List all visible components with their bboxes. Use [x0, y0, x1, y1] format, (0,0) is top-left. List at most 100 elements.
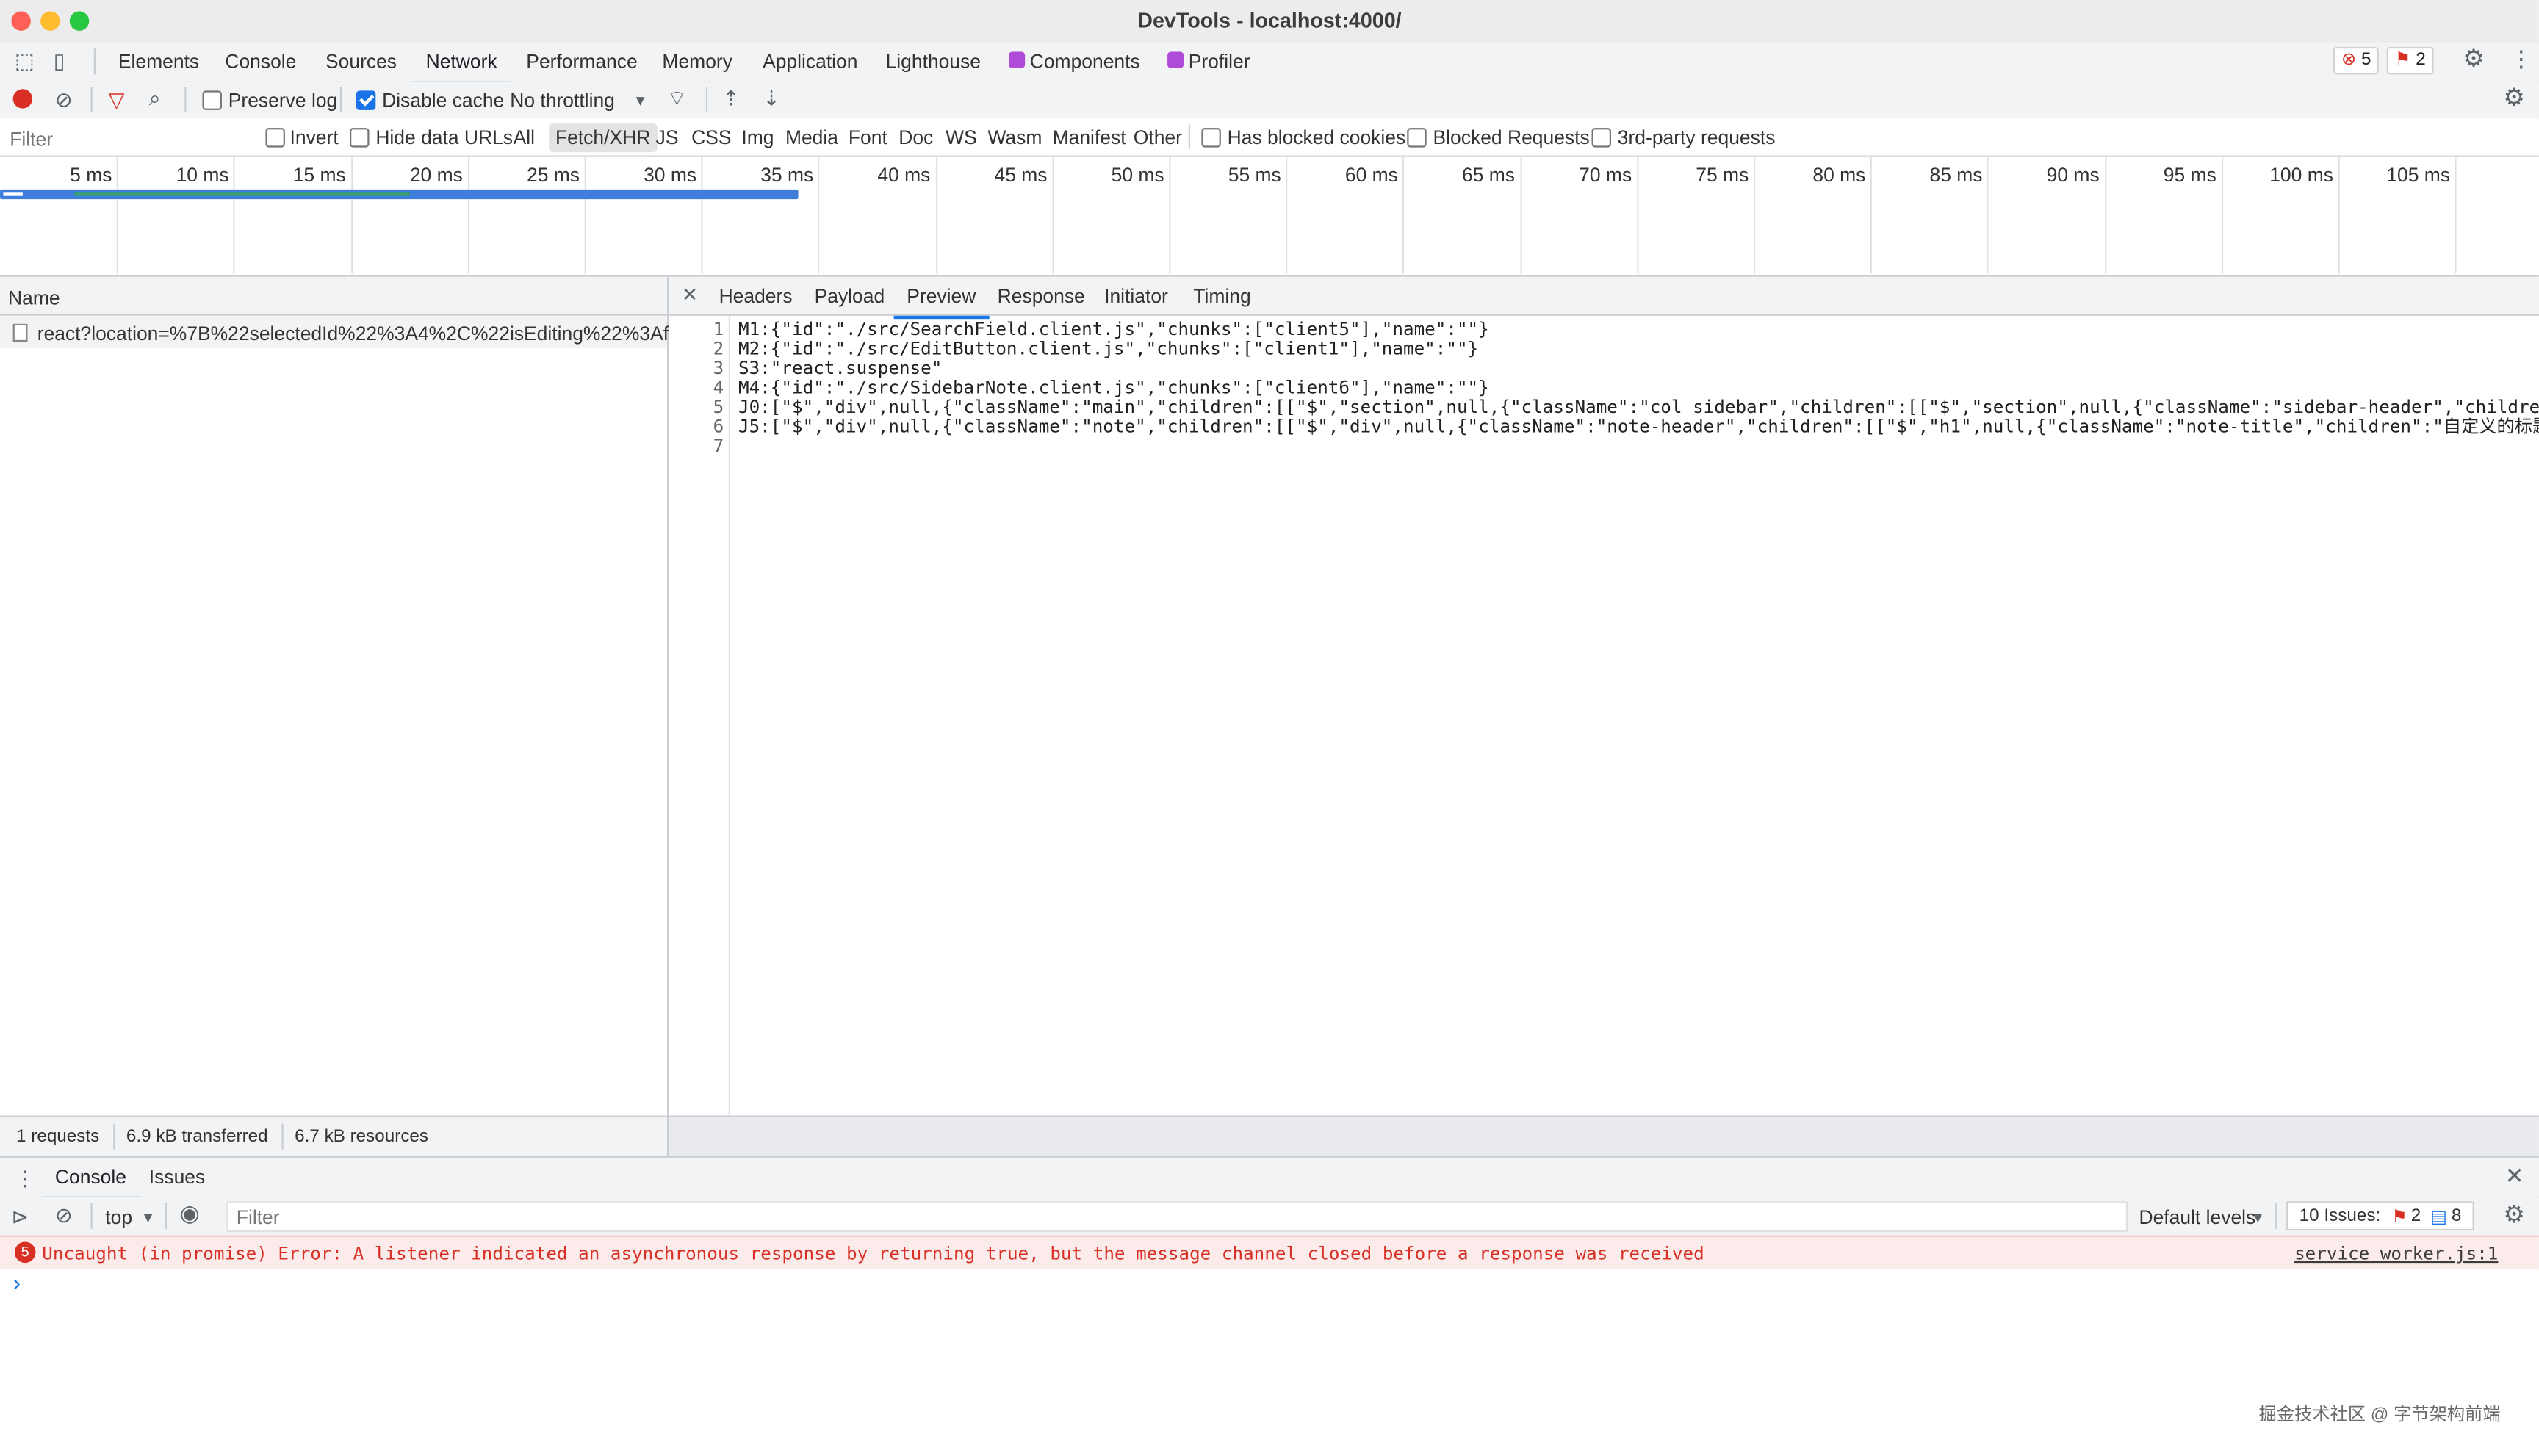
network-conditions-icon[interactable]: ⌔ [667, 87, 687, 109]
request-name: react?location=%7B%22selectedId%22%3A4%2… [37, 322, 696, 345]
filter-bar: Filter Invert Hide data URLs All Fetch/X… [0, 118, 2539, 157]
filter-type-media[interactable]: Media [785, 126, 838, 149]
filter-type-other[interactable]: Other [1134, 126, 1182, 149]
error-icon: ⊗ [2341, 50, 2357, 70]
tab-timing[interactable]: Timing [1193, 277, 1250, 316]
chevron-down-icon: ▼ [633, 92, 648, 109]
filter-input[interactable]: Filter [3, 123, 242, 151]
details-tabbar: ✕ Headers Payload Preview Response Initi… [669, 276, 2539, 320]
tab-initiator[interactable]: Initiator [1104, 277, 1168, 316]
log-levels-select[interactable]: Default levels [2139, 1206, 2255, 1229]
timeline-tick-label: 60 ms [1344, 163, 1398, 187]
console-filter-input[interactable]: Filter [226, 1201, 2128, 1233]
tab-elements[interactable]: Elements [118, 42, 199, 81]
code-line-clip: J5:["$","div",null,{"className":"note","… [738, 418, 2539, 437]
line-number: 3 [713, 358, 724, 379]
window-title: DevTools - localhost:4000/ [1137, 8, 1402, 33]
timeline-gridline [818, 156, 821, 274]
sidebar-toggle-icon[interactable]: ⊳ [11, 1206, 29, 1228]
filter-type-font[interactable]: Font [849, 126, 887, 149]
tab-components[interactable]: Components [1030, 42, 1140, 81]
timeline-tick-label: 40 ms [877, 163, 931, 187]
table-row[interactable]: react?location=%7B%22selectedId%22%3A4%2… [0, 315, 696, 348]
console-settings-gear-icon[interactable]: ⚙ [2503, 1203, 2525, 1228]
export-har-icon[interactable]: ⇣ [763, 87, 780, 109]
inspect-element-icon[interactable]: ⬚ [15, 50, 35, 71]
filter-type-wasm[interactable]: Wasm [987, 126, 1042, 149]
drawer-menu-icon[interactable]: ⋮ [15, 1167, 36, 1189]
tab-payload[interactable]: Payload [815, 277, 885, 316]
code-line: J5:["$","div",null,{"className":"note","… [738, 417, 2539, 438]
has-blocked-cookies-checkbox[interactable] [1201, 128, 1221, 148]
tab-performance[interactable]: Performance [526, 42, 637, 81]
tab-sources[interactable]: Sources [325, 42, 397, 81]
filter-type-img[interactable]: Img [741, 126, 774, 149]
name-column-header[interactable]: Name [8, 286, 60, 309]
tab-network[interactable]: Network [413, 42, 511, 84]
timeline-gridline [935, 156, 937, 274]
context-selector[interactable]: top [105, 1206, 132, 1229]
blocked-requests-checkbox[interactable] [1407, 128, 1427, 148]
settings-gear-icon[interactable]: ⚙ [2463, 47, 2485, 71]
eye-icon[interactable]: ◉ [180, 1201, 200, 1225]
preserve-log-checkbox[interactable] [202, 90, 222, 110]
import-har-icon[interactable]: ⇡ [722, 87, 740, 109]
filter-type-fetch-xhr[interactable]: Fetch/XHR [549, 123, 658, 153]
timeline-tick-label: 95 ms [2163, 163, 2216, 187]
network-settings-gear-icon[interactable]: ⚙ [2503, 86, 2525, 110]
close-drawer-icon[interactable]: ✕ [2505, 1164, 2524, 1187]
console-toolbar: ⊳ ⊘ top ▼ ◉ Filter Default levels ▼ 10 I… [0, 1196, 2539, 1237]
filter-type-css[interactable]: CSS [691, 126, 731, 149]
timeline-gridline [2338, 156, 2340, 274]
tab-preview[interactable]: Preview [893, 277, 989, 320]
warning-count-badge[interactable]: ⚑ 2 [2386, 46, 2434, 75]
tab-response[interactable]: Response [998, 277, 1085, 316]
record-icon[interactable] [12, 89, 33, 109]
filter-type-js[interactable]: JS [656, 126, 679, 149]
timeline-tick-label: 10 ms [176, 163, 229, 187]
device-toolbar-icon[interactable]: ▯ [54, 50, 65, 71]
timeline-gridline [1286, 156, 1288, 274]
disable-cache-label: Disable cache [382, 89, 505, 112]
timeline-tick-label: 65 ms [1462, 163, 1516, 187]
line-number: 7 [713, 435, 724, 457]
drawer-tab-issues[interactable]: Issues [149, 1158, 205, 1197]
close-details-icon[interactable]: ✕ [682, 284, 698, 306]
timeline-tick-label: 70 ms [1579, 163, 1632, 187]
xhr-file-icon [12, 323, 28, 342]
divider [1188, 124, 1190, 149]
tab-application[interactable]: Application [763, 42, 857, 81]
third-party-checkbox[interactable] [1591, 128, 1611, 148]
issue-error-icon: ⚑ [2391, 1208, 2408, 1228]
throttling-select[interactable]: No throttling [510, 89, 615, 112]
error-count-badge[interactable]: ⊗ 5 [2333, 46, 2380, 75]
filter-icon[interactable]: ▽ [109, 89, 125, 110]
invert-checkbox[interactable] [265, 128, 285, 148]
filter-type-ws[interactable]: WS [946, 126, 977, 149]
more-options-icon[interactable]: ⋮ [2510, 47, 2532, 70]
divider [93, 48, 96, 75]
tab-memory[interactable]: Memory [662, 42, 732, 81]
filter-type-manifest[interactable]: Manifest [1053, 126, 1126, 149]
tab-console[interactable]: Console [225, 42, 296, 81]
tab-lighthouse[interactable]: Lighthouse [886, 42, 981, 81]
timeline-gridline [1636, 156, 1639, 274]
blocked-requests-label: Blocked Requests [1433, 126, 1590, 149]
code-line: S3:"react.suspense" [738, 358, 943, 379]
disable-cache-checkbox[interactable] [356, 90, 376, 110]
issues-counter-button[interactable]: 10 Issues: ⚑ 2 ▤ 8 [2286, 1201, 2474, 1231]
tab-profiler[interactable]: Profiler [1189, 42, 1250, 81]
filter-type-doc[interactable]: Doc [898, 126, 933, 149]
tab-headers[interactable]: Headers [719, 277, 793, 316]
timeline-overview[interactable]: 5 ms 10 ms 15 ms 20 ms 25 ms 30 ms 35 ms 40 ms 4… [0, 156, 2539, 277]
clear-console-icon[interactable]: ⊘ [55, 1205, 73, 1226]
hide-data-urls-checkbox[interactable] [350, 128, 370, 148]
error-source-link[interactable]: service worker.js:1 [2294, 1244, 2498, 1265]
flag-icon: ⚑ [2394, 50, 2411, 70]
filter-type-all[interactable]: All [514, 126, 535, 149]
clear-icon[interactable]: ⊘ [55, 89, 73, 110]
drawer-tab-console[interactable]: Console [42, 1158, 140, 1200]
issues-error-count: 2 [2410, 1205, 2421, 1226]
search-icon[interactable]: ⌕ [149, 87, 161, 109]
console-prompt-area[interactable]: › [0, 1269, 2539, 1432]
